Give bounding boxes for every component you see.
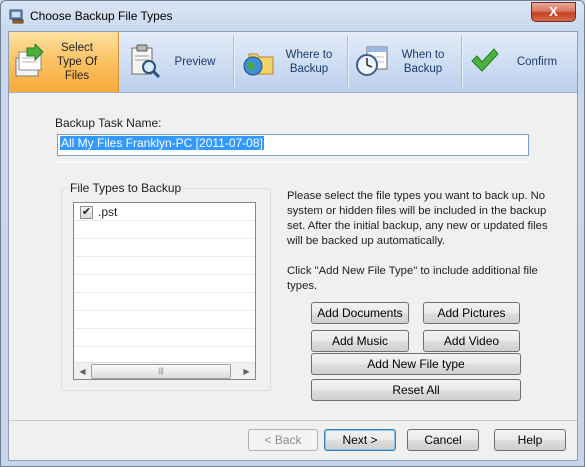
app-icon [9, 9, 24, 24]
step-label-select-type: Select Type Of Files [56, 42, 98, 82]
wizard-steps: Select Type Of Files Preview Where to Ba… [9, 32, 577, 93]
select-file-type-icon [15, 44, 44, 77]
add-pictures-button[interactable]: Add Pictures [423, 302, 520, 324]
step-select-type[interactable]: Select Type Of Files [9, 32, 119, 92]
step-divider [347, 36, 348, 88]
list-item-empty [74, 239, 255, 257]
step-divider [233, 36, 234, 88]
clipboard-magnifier-icon [131, 44, 161, 78]
step-divider [461, 36, 462, 88]
step-when-to-backup[interactable]: When to Backup [349, 32, 461, 92]
task-name-input[interactable]: All My Files Franklyn-PC [2011-07-08] [57, 134, 529, 156]
list-item-empty [74, 311, 255, 329]
green-check-icon [471, 48, 499, 72]
instructions-text: Please select the file types you want to… [287, 190, 548, 247]
pst-checkbox[interactable]: ✔ [80, 206, 93, 219]
footer-separator [9, 420, 577, 421]
clock-calendar-icon [356, 46, 388, 76]
close-button[interactable]: X [531, 2, 576, 22]
dialog-body: Select Type Of Files Preview Where to Ba… [8, 31, 578, 461]
title-bar: Choose Backup File Types X [1, 1, 584, 31]
window-title: Choose Backup File Types [30, 9, 173, 23]
file-types-list[interactable]: ✔ .pst ◀ ||| ▶ [73, 202, 256, 380]
task-name-value: All My Files Franklyn-PC [2011-07-08] [60, 136, 264, 150]
help-button[interactable]: Help [494, 429, 566, 451]
back-button[interactable]: < Back [248, 429, 318, 451]
scroll-right-icon[interactable]: ▶ [238, 363, 255, 380]
add-video-button[interactable]: Add Video [423, 330, 520, 352]
step-confirm[interactable]: Confirm [463, 32, 577, 92]
list-item-empty [74, 257, 255, 275]
step-preview[interactable]: Preview [121, 32, 233, 92]
add-music-button[interactable]: Add Music [311, 330, 409, 352]
file-types-group-label: File Types to Backup [68, 181, 184, 195]
wizard-window: Choose Backup File Types X Select Type O… [0, 0, 585, 467]
step-label-where-to-backup: Where to Backup [285, 49, 333, 75]
step-label-preview: Preview [174, 56, 216, 68]
list-item[interactable]: ✔ .pst [74, 203, 255, 221]
reset-all-button[interactable]: Reset All [311, 379, 521, 401]
separator-line [57, 162, 530, 163]
task-name-label: Backup Task Name: [55, 116, 162, 130]
cancel-button[interactable]: Cancel [407, 429, 479, 451]
add-new-file-type-button[interactable]: Add New File type [311, 353, 521, 375]
add-documents-button[interactable]: Add Documents [311, 302, 409, 324]
next-button[interactable]: Next > [324, 429, 396, 451]
scroll-thumb[interactable]: ||| [91, 364, 231, 379]
globe-folder-icon [243, 53, 274, 76]
step-where-to-backup[interactable]: Where to Backup [235, 32, 347, 92]
list-item-empty [74, 329, 255, 347]
scroll-left-icon[interactable]: ◀ [74, 363, 91, 380]
list-item-empty [74, 275, 255, 293]
list-item-empty [74, 293, 255, 311]
step-label-when-to-backup: When to Backup [401, 49, 445, 75]
list-item-label: .pst [98, 205, 118, 219]
horizontal-scrollbar[interactable]: ◀ ||| ▶ [74, 362, 255, 379]
add-type-hint-text: Click "Add New File Type" to include add… [287, 265, 538, 292]
list-item-empty [74, 221, 255, 239]
step-label-confirm: Confirm [516, 56, 558, 68]
